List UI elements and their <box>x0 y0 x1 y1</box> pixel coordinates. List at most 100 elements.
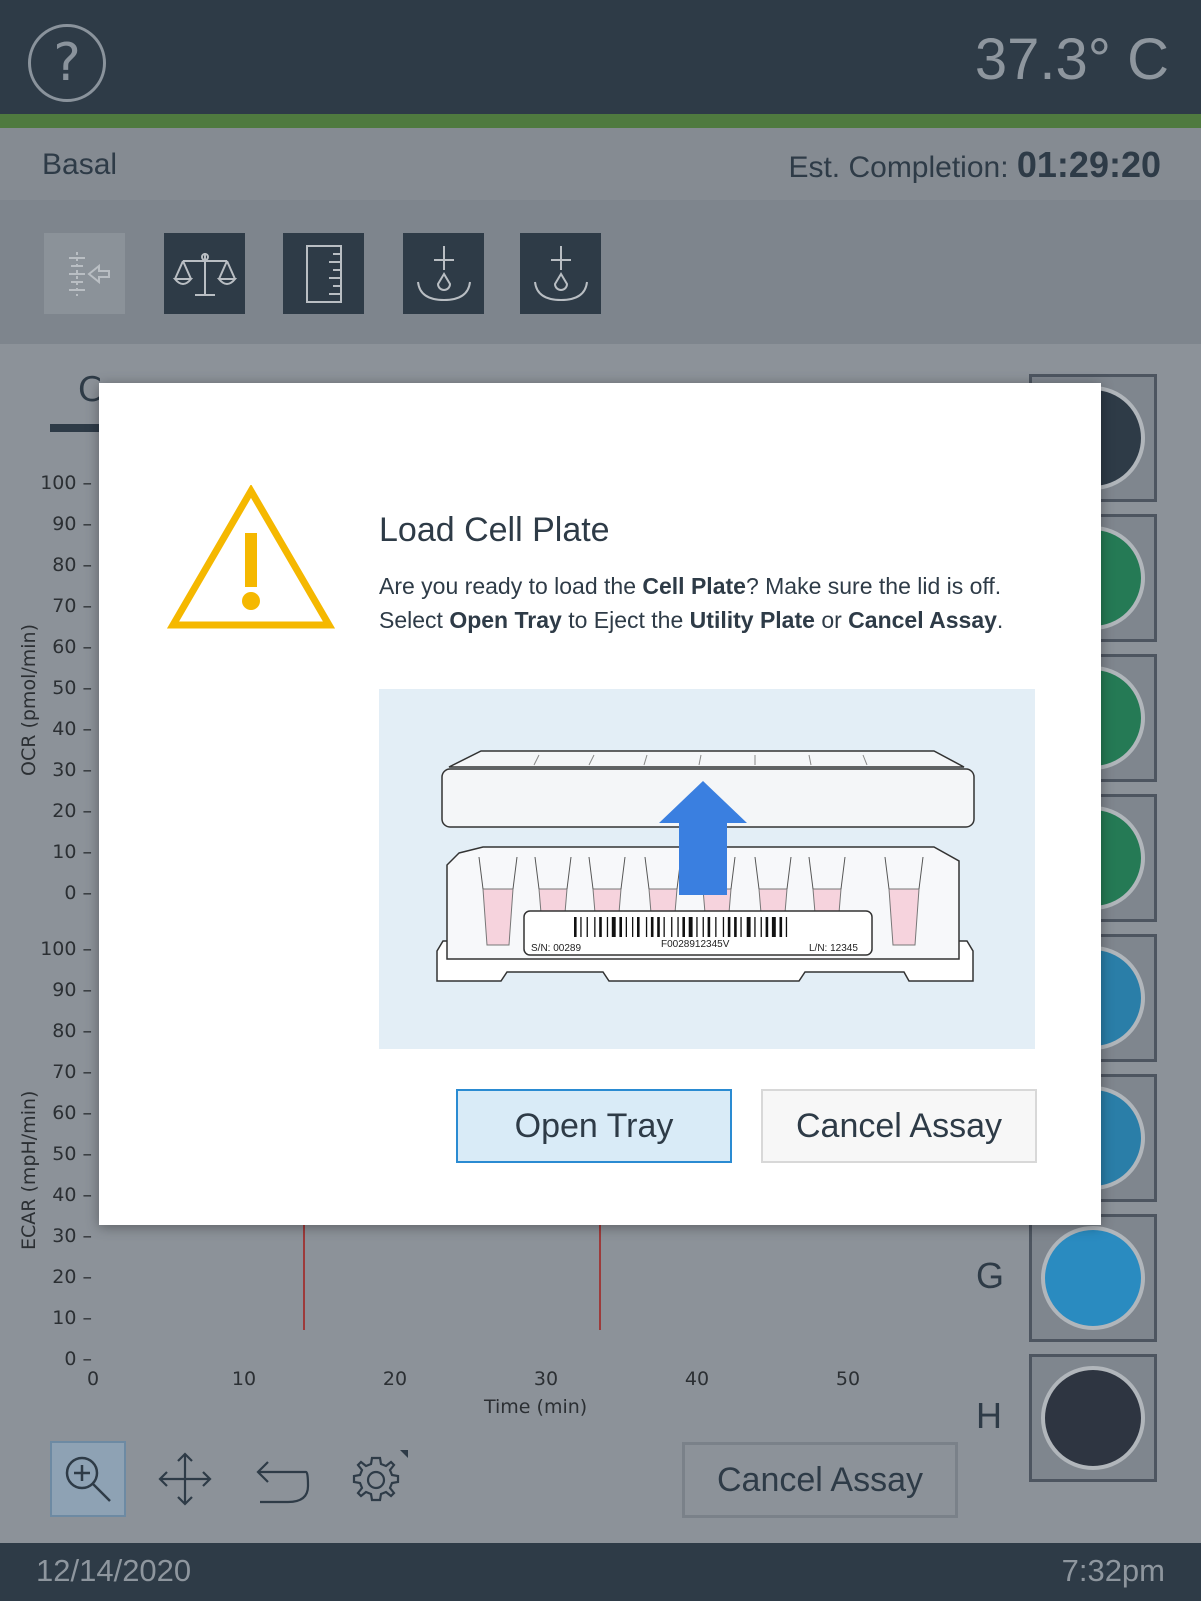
barcode-bar <box>586 917 588 937</box>
message-emphasis: Utility Plate <box>689 607 815 633</box>
message-emphasis: Cancel Assay <box>848 607 997 633</box>
barcode-bar <box>740 917 742 937</box>
lot-number: L/N: 12345 <box>809 943 858 954</box>
y-tick-label: 30 – <box>52 1225 92 1247</box>
y-tick-label: 60 – <box>52 1102 92 1124</box>
x-tick-label: 40 <box>684 1368 710 1390</box>
estimated-completion: Est. Completion: 01:29:20 <box>788 144 1161 186</box>
y-tick-label: 50 – <box>52 677 92 699</box>
x-tick-label: 0 <box>86 1368 100 1390</box>
undo-button[interactable] <box>254 1456 310 1510</box>
warning-icon <box>167 485 335 629</box>
y-tick-label: 40 – <box>52 1184 92 1206</box>
help-icon[interactable]: ? <box>28 24 106 102</box>
top-bar: ? 37.3° C <box>0 0 1201 114</box>
temperature-readout: 37.3° C <box>974 27 1169 92</box>
barcode-bar <box>599 917 602 937</box>
balance-icon <box>172 252 237 296</box>
barcode-bar <box>754 917 756 937</box>
ruler-icon <box>305 244 342 303</box>
barcode-bar <box>606 917 609 937</box>
y-tick-label: 50 – <box>52 1143 92 1165</box>
inject-step-button[interactable] <box>520 233 601 314</box>
barcode-bar <box>771 917 776 937</box>
barcode-bar <box>619 917 622 937</box>
message-text: or <box>814 607 849 633</box>
barcode-bar <box>682 917 685 937</box>
dispense-icon <box>416 245 471 301</box>
barcode-bar <box>645 917 648 937</box>
zoom-button[interactable] <box>50 1441 126 1517</box>
message-text: to Eject the <box>561 607 690 633</box>
y-tick-label: 20 – <box>52 800 92 822</box>
barcode-bar <box>779 917 783 937</box>
settings-icon <box>352 1450 408 1502</box>
footer-bar: 12/14/2020 7:32pm <box>0 1543 1201 1601</box>
y-tick-label: 10 – <box>52 1307 92 1329</box>
y-tick-label: 20 – <box>52 1266 92 1288</box>
barcode-bar <box>650 917 654 937</box>
date-label: 12/14/2020 <box>36 1553 192 1588</box>
well-indicator <box>1041 1366 1145 1470</box>
calibrate-step-button[interactable] <box>164 233 245 314</box>
y-tick-label: 90 – <box>52 979 92 1001</box>
barcode-bar <box>663 917 665 937</box>
dispense-icon <box>533 245 588 301</box>
y-tick-label: 80 – <box>52 1020 92 1042</box>
cancel-assay-button-background[interactable]: Cancel Assay <box>682 1442 958 1518</box>
barcode-bar <box>625 917 627 937</box>
undo-icon <box>256 1461 310 1504</box>
barcode-bar <box>765 917 769 937</box>
well-button[interactable] <box>1029 1214 1157 1342</box>
x-tick-label: 30 <box>533 1368 559 1390</box>
barcode-bar <box>637 917 640 937</box>
barcode-bar <box>727 917 731 937</box>
move-icon <box>158 1452 212 1506</box>
serial-number: S/N: 00289 <box>531 943 581 954</box>
y-tick-label: 100 – <box>40 472 92 494</box>
load-cell-plate-dialog: Load Cell Plate Are you ready to load th… <box>99 383 1101 1225</box>
zoom-icon <box>65 1456 111 1502</box>
dialog-message: Are you ready to load the Cell Plate? Ma… <box>379 569 1019 637</box>
barcode-bar <box>722 917 725 937</box>
est-completion-label: Est. Completion: <box>788 151 1009 184</box>
injection-marker <box>303 1224 305 1330</box>
time-label: 7:32pm <box>1061 1553 1165 1588</box>
y-tick-label: 100 – <box>40 938 92 960</box>
barcode-bar <box>696 917 698 937</box>
barcode-bar <box>734 917 737 937</box>
y-tick-label: 80 – <box>52 554 92 576</box>
barcode-bar <box>657 917 660 937</box>
well-indicator <box>1041 1226 1145 1330</box>
y-tick-label: 30 – <box>52 759 92 781</box>
y-tick-label: 90 – <box>52 513 92 535</box>
step-toolbar <box>0 200 1201 344</box>
open-tray-button[interactable]: Open Tray <box>456 1089 732 1163</box>
well-button[interactable] <box>1029 1354 1157 1482</box>
barcode-bar <box>760 917 762 937</box>
load-step-button[interactable] <box>44 233 125 314</box>
y-tick-label: 70 – <box>52 1061 92 1083</box>
barcode-bar <box>715 917 717 937</box>
x-tick-label: 20 <box>382 1368 408 1390</box>
message-text: Are you ready to load the <box>379 573 643 599</box>
injection-marker <box>599 1224 601 1330</box>
settings-button[interactable] <box>350 1450 410 1512</box>
equilibrate-step-button[interactable] <box>283 233 364 314</box>
barcode-bar <box>702 917 704 937</box>
est-completion-value: 01:29:20 <box>1016 144 1161 185</box>
measure-step-button[interactable] <box>403 233 484 314</box>
y-tick-label: 0 – <box>64 1348 92 1370</box>
message-emphasis: Open Tray <box>449 607 562 633</box>
pan-button[interactable] <box>158 1452 212 1510</box>
barcode-text: F0028912345V <box>661 939 730 950</box>
barcode-bar <box>707 917 711 937</box>
barcode-bar <box>611 917 616 937</box>
cell-plate-image: S/N: 00289 F0028912345V L/N: 12345 <box>436 750 975 982</box>
dialog-title: Load Cell Plate <box>379 511 610 549</box>
barcode-bar <box>574 917 577 937</box>
barcode-bar <box>580 917 582 937</box>
cancel-assay-button[interactable]: Cancel Assay <box>761 1089 1037 1163</box>
y-tick-label: 40 – <box>52 718 92 740</box>
cell-plate-illustration: S/N: 00289 F0028912345V L/N: 12345 <box>379 689 1035 1049</box>
